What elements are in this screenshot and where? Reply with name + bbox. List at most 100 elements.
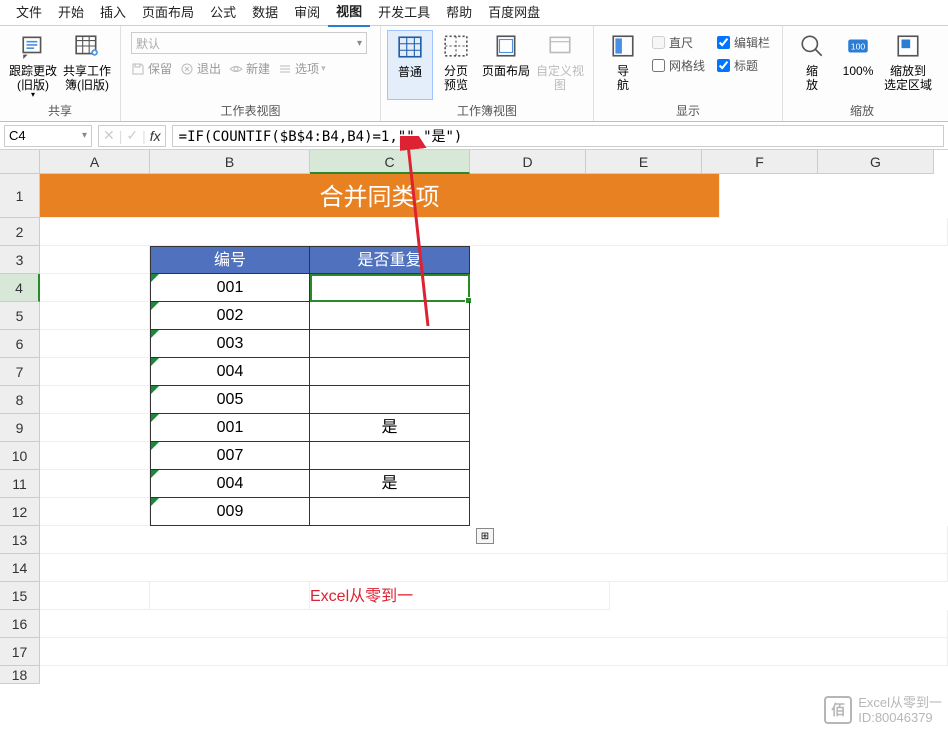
customview-button[interactable]: 自定义视图 xyxy=(533,30,587,100)
name-box[interactable]: C4 xyxy=(4,125,92,147)
row-header[interactable]: 18 xyxy=(0,666,40,684)
new-view-button[interactable]: 新建 xyxy=(229,60,270,77)
table-cell[interactable]: 003 xyxy=(150,330,310,358)
pagelayout-button[interactable]: 页面布局 xyxy=(479,30,533,100)
table-cell[interactable] xyxy=(310,386,470,414)
table-cell[interactable]: 004 xyxy=(150,358,310,386)
table-cell[interactable] xyxy=(310,358,470,386)
zoom-button[interactable]: 缩 放 xyxy=(789,30,835,100)
gridlines-checkbox[interactable]: 网格线 xyxy=(652,57,705,74)
zoom-sel-icon xyxy=(894,32,922,60)
row-header[interactable]: 8 xyxy=(0,386,40,414)
formulabar-checkbox[interactable]: 编辑栏 xyxy=(717,34,770,51)
ribbon-group-label: 工作簿视图 xyxy=(387,100,587,121)
share-workbook-button[interactable]: 共享工作 簿(旧版) xyxy=(60,30,114,100)
row-header[interactable]: 14 xyxy=(0,554,40,582)
cells-area[interactable]: 合并同类项 编号 是否重复 001 002 003 004 005 001是 0… xyxy=(40,174,948,666)
col-header-f[interactable]: F xyxy=(702,150,818,174)
fx-icon[interactable]: fx xyxy=(150,128,161,144)
table-cell[interactable] xyxy=(310,330,470,358)
spreadsheet-grid: A B C D E F G 1 2 3 4 5 6 7 8 9 10 11 12… xyxy=(0,150,948,730)
normal-view-button[interactable]: 普通 xyxy=(387,30,433,100)
menu-review[interactable]: 审阅 xyxy=(286,0,328,26)
table-header[interactable]: 是否重复 xyxy=(310,246,470,274)
table-cell[interactable]: 001 xyxy=(150,274,310,302)
row-header[interactable]: 2 xyxy=(0,218,40,246)
table-cell[interactable] xyxy=(310,442,470,470)
navigation-button[interactable]: 导 航 xyxy=(600,30,646,100)
row-header[interactable]: 6 xyxy=(0,330,40,358)
row-header[interactable]: 10 xyxy=(0,442,40,470)
table-header[interactable]: 编号 xyxy=(150,246,310,274)
menubar: 文件 开始 插入 页面布局 公式 数据 审阅 视图 开发工具 帮助 百度网盘 xyxy=(0,0,948,26)
table-cell[interactable]: 009 xyxy=(150,498,310,526)
row-header[interactable]: 12 xyxy=(0,498,40,526)
table-cell[interactable] xyxy=(310,302,470,330)
options-button[interactable]: 选项▾ xyxy=(278,60,326,77)
menu-pagelayout[interactable]: 页面布局 xyxy=(134,0,202,26)
menu-view[interactable]: 视图 xyxy=(328,0,370,27)
exit-button[interactable]: 退出 xyxy=(180,60,221,77)
menu-data[interactable]: 数据 xyxy=(244,0,286,26)
row-header[interactable]: 16 xyxy=(0,610,40,638)
zoom-selection-button[interactable]: 缩放到 选定区域 xyxy=(881,30,935,100)
row-header[interactable]: 4 xyxy=(0,274,40,302)
formula-input[interactable]: =IF(COUNTIF($B$4:B4,B4)=1,"","是") xyxy=(172,125,944,147)
col-header-d[interactable]: D xyxy=(470,150,586,174)
row-header[interactable]: 15 xyxy=(0,582,40,610)
ribbon-group-zoom: 缩 放 100 100% 缩放到 选定区域 缩放 xyxy=(783,26,941,121)
headings-checkbox[interactable]: 标题 xyxy=(717,57,770,74)
col-header-b[interactable]: B xyxy=(150,150,310,174)
row-header[interactable]: 3 xyxy=(0,246,40,274)
menu-home[interactable]: 开始 xyxy=(50,0,92,26)
select-all-corner[interactable] xyxy=(0,150,40,174)
track-changes-button[interactable]: 跟踪更改 (旧版) ▾ xyxy=(6,30,60,100)
grid-icon xyxy=(396,33,424,61)
row-header[interactable]: 1 xyxy=(0,174,40,218)
zoom-100-button[interactable]: 100 100% xyxy=(835,30,881,100)
pagebreak-icon xyxy=(442,32,470,60)
table-cell[interactable] xyxy=(310,498,470,526)
ruler-checkbox[interactable]: 直尺 xyxy=(652,34,705,51)
menu-devtools[interactable]: 开发工具 xyxy=(370,0,438,26)
menu-formula[interactable]: 公式 xyxy=(202,0,244,26)
watermark: 佰 Excel从零到一 ID:80046379 xyxy=(824,695,942,725)
ribbon-group-worksheet-view: 默认 保留 退出 新建 选项▾ 工作表视图 xyxy=(121,26,381,121)
col-header-e[interactable]: E xyxy=(586,150,702,174)
red-annotation: Excel从零到一 xyxy=(310,582,610,610)
table-cell[interactable]: 007 xyxy=(150,442,310,470)
table-cell[interactable]: 是 xyxy=(310,470,470,498)
ribbon-group-share: 跟踪更改 (旧版) ▾ 共享工作 簿(旧版) 共享 xyxy=(0,26,121,121)
nav-icon xyxy=(609,32,637,60)
column-headers: A B C D E F G xyxy=(40,150,934,174)
cancel-formula-icon[interactable]: ✕ xyxy=(103,127,115,144)
menu-help[interactable]: 帮助 xyxy=(438,0,480,26)
row-header[interactable]: 9 xyxy=(0,414,40,442)
table-cell[interactable]: 是 xyxy=(310,414,470,442)
row-header[interactable]: 17 xyxy=(0,638,40,666)
menu-insert[interactable]: 插入 xyxy=(92,0,134,26)
table-cell[interactable]: 005 xyxy=(150,386,310,414)
menu-baidu[interactable]: 百度网盘 xyxy=(480,0,548,26)
keep-button[interactable]: 保留 xyxy=(131,60,172,77)
menu-file[interactable]: 文件 xyxy=(8,0,50,26)
table-cell[interactable]: 002 xyxy=(150,302,310,330)
row-header[interactable]: 11 xyxy=(0,470,40,498)
accept-formula-icon[interactable]: ✓ xyxy=(126,127,138,144)
row-header[interactable]: 5 xyxy=(0,302,40,330)
table-cell[interactable]: 001 xyxy=(150,414,310,442)
autofill-options-icon[interactable]: ⊞ xyxy=(476,528,494,544)
exit-icon xyxy=(180,62,194,76)
col-header-c[interactable]: C xyxy=(310,150,470,174)
sheet-view-combo[interactable]: 默认 xyxy=(131,32,367,54)
active-cell[interactable] xyxy=(310,274,470,302)
ribbon-group-label: 工作表视图 xyxy=(127,100,374,121)
row-header[interactable]: 7 xyxy=(0,358,40,386)
title-cell[interactable]: 合并同类项 xyxy=(40,174,720,218)
col-header-g[interactable]: G xyxy=(818,150,934,174)
eye-icon xyxy=(229,62,243,76)
pagebreak-button[interactable]: 分页 预览 xyxy=(433,30,479,100)
col-header-a[interactable]: A xyxy=(40,150,150,174)
table-cell[interactable]: 004 xyxy=(150,470,310,498)
row-header[interactable]: 13 xyxy=(0,526,40,554)
